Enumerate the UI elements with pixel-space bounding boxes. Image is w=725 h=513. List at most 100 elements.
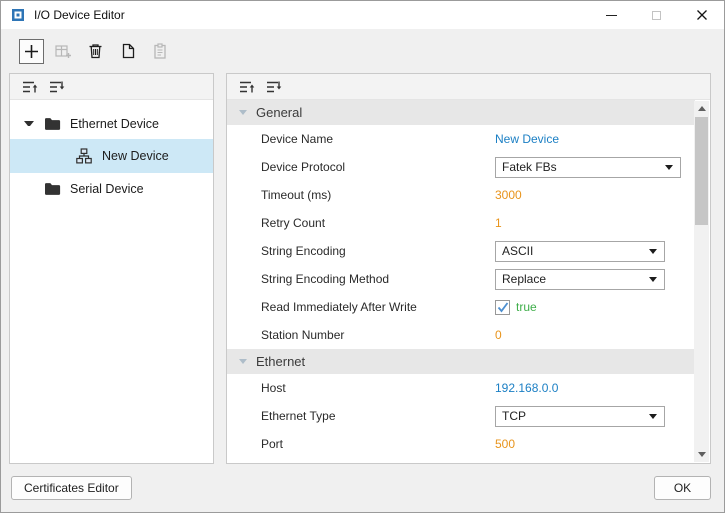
string-encoding-dropdown[interactable]: ASCII [495, 241, 665, 262]
read-immediately-checkbox[interactable] [495, 300, 510, 315]
tree-item-ethernet-device[interactable]: Ethernet Device [10, 108, 213, 139]
section-header-general[interactable]: General [227, 100, 695, 125]
chevron-down-icon [665, 165, 673, 170]
tree-item-label: New Device [102, 149, 169, 163]
property-label: Read Immediately After Write [261, 300, 495, 314]
maximize-icon [652, 11, 661, 20]
expand-all-button[interactable] [48, 78, 66, 96]
device-name-value[interactable]: New Device [495, 132, 559, 146]
station-number-value[interactable]: 0 [495, 328, 502, 342]
vertical-scrollbar[interactable] [694, 101, 709, 462]
device-tree: Ethernet Device New Device [10, 100, 213, 463]
plus-icon [24, 44, 39, 59]
minimize-button[interactable] [589, 1, 634, 29]
property-row-station-number: Station Number 0 [227, 321, 695, 349]
scrollbar-track[interactable] [694, 225, 709, 447]
add-device-button[interactable] [19, 39, 44, 64]
property-grid: General Device Name New Device Device Pr… [227, 100, 695, 463]
io-device-editor-dialog: I/O Device Editor [0, 0, 725, 513]
scrollbar-thumb[interactable] [695, 117, 708, 225]
property-row-timeout: Timeout (ms) 3000 [227, 181, 695, 209]
property-row-port: Port 500 [227, 430, 695, 458]
main-toolbar [1, 29, 724, 73]
paste-button[interactable] [147, 39, 172, 64]
chevron-up-icon [698, 106, 706, 111]
property-row-device-name: Device Name New Device [227, 125, 695, 153]
property-panel: General Device Name New Device Device Pr… [226, 73, 711, 464]
folder-icon [44, 116, 62, 132]
collapse-all-icon [22, 79, 38, 95]
expand-all-icon [266, 79, 282, 95]
collapse-all-button[interactable] [21, 78, 39, 96]
device-tree-panel: Ethernet Device New Device [9, 73, 214, 464]
property-label: Device Name [261, 132, 495, 146]
window-controls [589, 1, 724, 29]
property-label: Timeout (ms) [261, 188, 495, 202]
property-panel-toolbar [227, 74, 710, 100]
chevron-down-icon [649, 414, 657, 419]
collapse-all-icon [239, 79, 255, 95]
dropdown-value: Fatek FBs [502, 160, 557, 174]
property-row-device-protocol: Device Protocol Fatek FBs [227, 153, 695, 181]
chevron-down-icon [698, 452, 706, 457]
chevron-down-icon[interactable] [24, 121, 34, 126]
collapse-sections-button[interactable] [238, 78, 256, 96]
close-button[interactable] [679, 1, 724, 29]
property-label: Port [261, 437, 495, 451]
dropdown-value: ASCII [502, 244, 533, 258]
network-device-icon [76, 148, 94, 164]
property-label: Retry Count [261, 216, 495, 230]
certificates-editor-button[interactable]: Certificates Editor [11, 476, 132, 500]
retry-count-value[interactable]: 1 [495, 216, 502, 230]
string-encoding-method-dropdown[interactable]: Replace [495, 269, 665, 290]
footer-bar: Certificates Editor OK [1, 464, 724, 512]
property-label: String Encoding [261, 244, 495, 258]
tree-panel-toolbar [10, 74, 213, 100]
tree-item-label: Serial Device [70, 182, 144, 196]
delete-button[interactable] [83, 39, 108, 64]
dropdown-value: Replace [502, 272, 546, 286]
ok-button[interactable]: OK [654, 476, 711, 500]
property-label: Host [261, 381, 495, 395]
copy-button[interactable] [115, 39, 140, 64]
add-group-button[interactable] [51, 39, 76, 64]
port-value[interactable]: 500 [495, 437, 515, 451]
chevron-down-icon [649, 277, 657, 282]
ethernet-type-dropdown[interactable]: TCP [495, 406, 665, 427]
section-title: Ethernet [256, 354, 305, 369]
folder-icon [44, 181, 62, 197]
property-row-host: Host 192.168.0.0 [227, 374, 695, 402]
tree-item-serial-device[interactable]: Serial Device [10, 173, 213, 204]
read-immediately-value: true [516, 300, 537, 314]
expand-all-icon [49, 79, 65, 95]
grid-plus-icon [55, 44, 72, 59]
document-icon [121, 43, 135, 59]
chevron-down-icon [239, 359, 247, 364]
window-title: I/O Device Editor [34, 8, 125, 22]
trash-icon [88, 43, 103, 59]
property-row-retry-count: Retry Count 1 [227, 209, 695, 237]
section-header-ethernet[interactable]: Ethernet [227, 349, 695, 374]
tree-item-label: Ethernet Device [70, 117, 159, 131]
device-protocol-dropdown[interactable]: Fatek FBs [495, 157, 681, 178]
host-value[interactable]: 192.168.0.0 [495, 381, 558, 395]
close-icon [696, 9, 708, 21]
tree-item-new-device[interactable]: New Device [10, 139, 213, 173]
property-row-ethernet-type: Ethernet Type TCP [227, 402, 695, 430]
property-row-string-encoding: String Encoding ASCII [227, 237, 695, 265]
expand-sections-button[interactable] [265, 78, 283, 96]
chevron-down-icon [649, 249, 657, 254]
chevron-down-icon [239, 110, 247, 115]
scroll-down-button[interactable] [694, 447, 709, 462]
property-label: Station Number [261, 328, 495, 342]
maximize-button[interactable] [634, 1, 679, 29]
content-area: Ethernet Device New Device [1, 73, 724, 464]
app-icon [10, 7, 26, 23]
property-label: Ethernet Type [261, 409, 495, 423]
minimize-icon [606, 15, 617, 16]
checkmark-icon [497, 302, 509, 313]
section-title: General [256, 105, 302, 120]
property-label: String Encoding Method [261, 272, 495, 286]
timeout-value[interactable]: 3000 [495, 188, 522, 202]
scroll-up-button[interactable] [694, 101, 709, 116]
